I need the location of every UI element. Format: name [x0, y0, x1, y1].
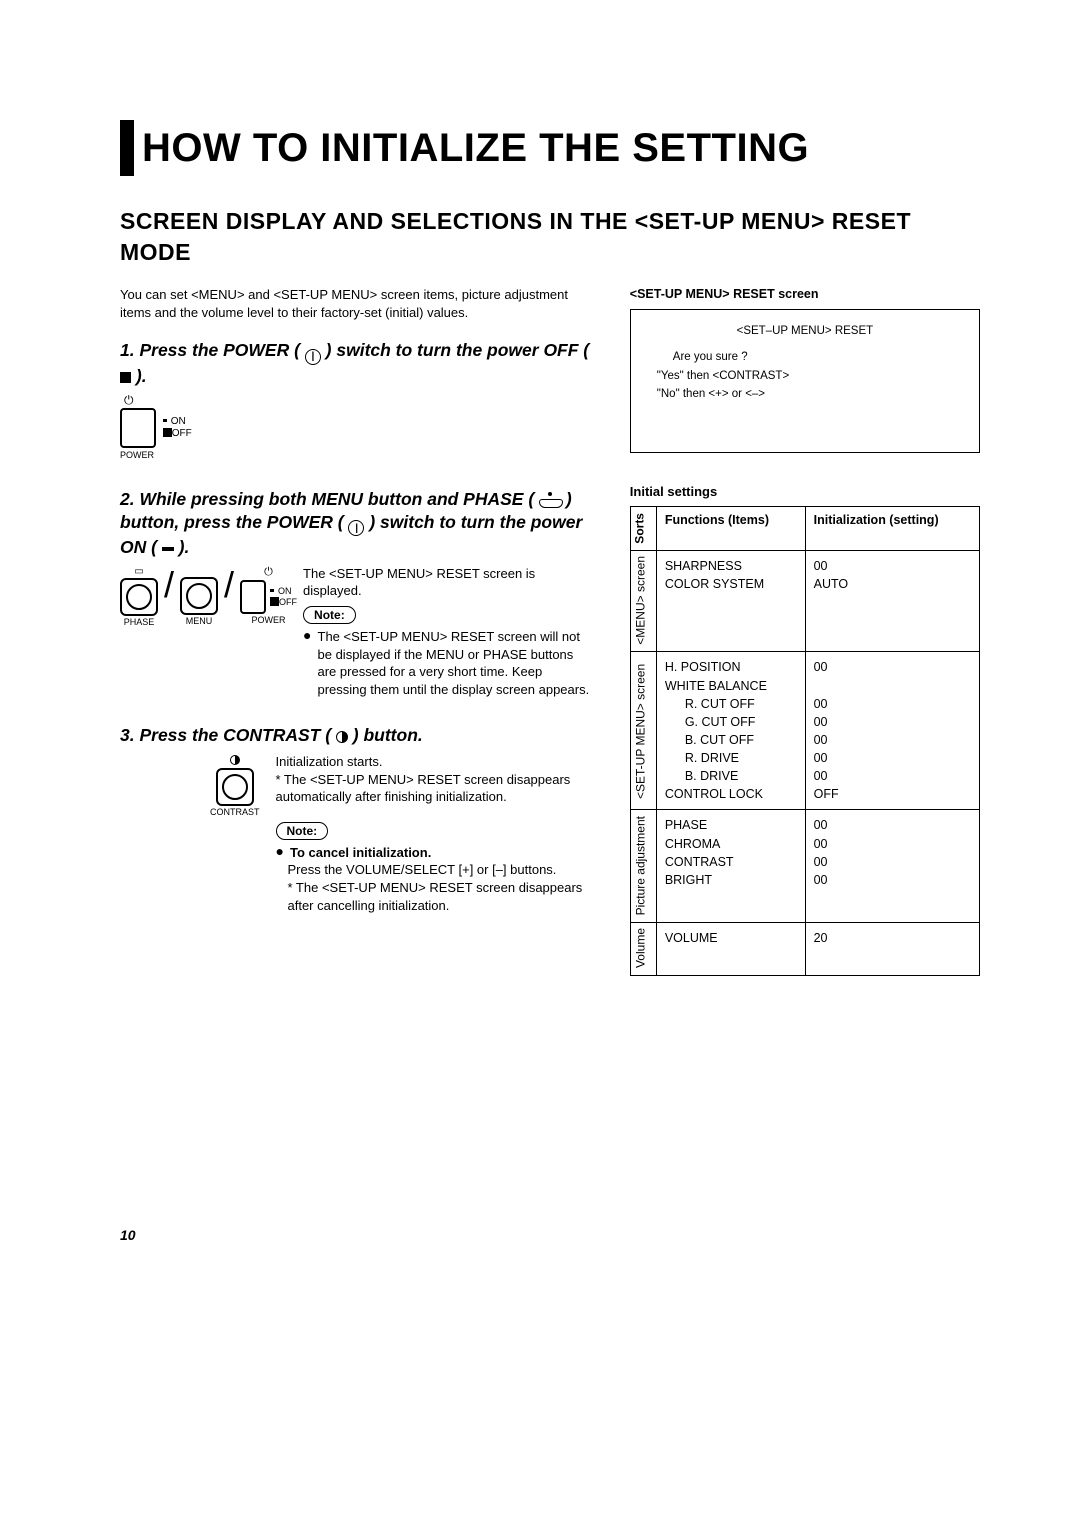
s3-cancel2: * The <SET-UP MENU> RESET screen disappe…: [288, 879, 594, 914]
bullet-dot-icon-2: ●: [276, 844, 284, 862]
s1-off: OFF: [172, 428, 192, 439]
sort-setup: <SET-UP MENU> screen: [630, 652, 656, 810]
s2-phase-label: PHASE: [124, 616, 155, 628]
title-accent-bar: [120, 120, 134, 176]
s3-line1: Initialization starts.: [276, 753, 594, 771]
stop-square-icon: [120, 372, 131, 383]
main-title-row: HOW TO INITIALIZE THE SETTING: [120, 120, 980, 176]
bullet-dot-icon: ●: [303, 628, 311, 698]
s2-line1: The <SET-UP MENU> RESET screen is displa…: [303, 565, 594, 600]
reset-box-question: Are you sure ?: [645, 348, 965, 366]
reset-box-yes: "Yes" then <CONTRAST>: [645, 367, 965, 385]
contrast-half-circle-icon: [336, 731, 348, 743]
vals-volume: 20: [805, 922, 979, 975]
s1-pre: 1. Press the POWER (: [120, 340, 300, 360]
s2-menu-label: MENU: [186, 615, 213, 627]
funcs-setup: H. POSITION WHITE BALANCE R. CUT OFF G. …: [656, 652, 805, 810]
table-row: Volume VOLUME 20: [630, 922, 979, 975]
step-1-diagram: ⏻ ON OFF POWER: [120, 393, 594, 461]
s1-end: ).: [136, 366, 147, 386]
sort-volume: Volume: [630, 922, 656, 975]
s2-off: OFF: [279, 597, 297, 607]
power-symbol-icon: |: [305, 349, 321, 365]
intro-text: You can set <MENU> and <SET-UP MENU> scr…: [120, 286, 594, 321]
power-switch-icon: [120, 408, 156, 448]
page-number: 10: [120, 1226, 136, 1245]
th-init: Initialization (setting): [805, 507, 979, 551]
step-2: 2. While pressing both MENU button and P…: [120, 488, 594, 698]
s3-knob-label: CONTRAST: [210, 806, 260, 818]
power-symbol-icon-2: |: [348, 520, 364, 536]
initial-settings-title: Initial settings: [630, 483, 980, 501]
step-3-heading: 3. Press the CONTRAST ( ) button.: [120, 724, 594, 747]
step-2-diagram: ▭ PHASE / MENU / ⏻ ON: [120, 565, 594, 698]
step-1-heading: 1. Press the POWER ( | ) switch to turn …: [120, 339, 594, 387]
funcs-volume: VOLUME: [656, 922, 805, 975]
s3-cancel-hd: To cancel initialization.: [290, 844, 431, 862]
s3-note-badge: Note:: [276, 822, 329, 840]
subtitle-row: SCREEN DISPLAY AND SELECTIONS IN THE <SE…: [120, 206, 980, 268]
reset-box-no: "No" then <+> or <–>: [645, 385, 965, 403]
step-1: 1. Press the POWER ( | ) switch to turn …: [120, 339, 594, 462]
initial-settings-table: Sorts Functions (Items) Initialization (…: [630, 506, 980, 976]
s2-power-label: POWER: [252, 614, 286, 626]
s3-cancel1: Press the VOLUME/SELECT [+] or [–] butto…: [288, 861, 594, 879]
table-row: Picture adjustment PHASE CHROMA CONTRAST…: [630, 810, 979, 922]
reset-screen-title: <SET-UP MENU> RESET screen: [630, 286, 980, 303]
s2-note-badge: Note:: [303, 606, 356, 624]
step-3: 3. Press the CONTRAST ( ) button. CONTRA…: [120, 724, 594, 914]
s1-post: ) switch to turn the power OFF (: [326, 340, 589, 360]
s3-pre: 3. Press the CONTRAST (: [120, 725, 331, 745]
funcs-picture: PHASE CHROMA CONTRAST BRIGHT: [656, 810, 805, 922]
th-sorts: Sorts: [630, 507, 656, 551]
s3-post: ) button.: [353, 725, 423, 745]
vals-picture: 00 00 00 00: [805, 810, 979, 922]
step-2-heading: 2. While pressing both MENU button and P…: [120, 488, 594, 559]
reset-box-header: <SET–UP MENU> RESET: [645, 322, 965, 340]
s3-line2: * The <SET-UP MENU> RESET screen disappe…: [276, 771, 594, 806]
s1-on: ON: [171, 416, 186, 427]
table-row: <MENU> screen SHARPNESS COLOR SYSTEM 00 …: [630, 550, 979, 652]
subtitle: SCREEN DISPLAY AND SELECTIONS IN THE <SE…: [120, 206, 966, 268]
s1-label: POWER: [120, 450, 192, 461]
contrast-knob-icon: [216, 768, 254, 806]
menu-knob-icon: [180, 577, 218, 615]
funcs-menu: SHARPNESS COLOR SYSTEM: [656, 550, 805, 652]
th-functions: Functions (Items): [656, 507, 805, 551]
phase-icon: [539, 494, 561, 508]
on-dash-icon: [162, 547, 174, 551]
sort-picture: Picture adjustment: [630, 810, 656, 922]
table-row: <SET-UP MENU> screen H. POSITION WHITE B…: [630, 652, 979, 810]
sort-menu: <MENU> screen: [630, 550, 656, 652]
phase-knob-icon: [120, 578, 158, 616]
main-title: HOW TO INITIALIZE THE SETTING: [142, 121, 809, 175]
vals-setup: 00 00 00 00 00 00 OFF: [805, 652, 979, 810]
s2-bullet-text: The <SET-UP MENU> RESET screen will not …: [318, 628, 594, 698]
vals-menu: 00 AUTO: [805, 550, 979, 652]
step-3-body: CONTRAST Initialization starts. * The <S…: [210, 753, 594, 914]
power-switch-icon-2: [240, 580, 266, 614]
s2-on: ON: [278, 586, 292, 596]
reset-screen-box: <SET–UP MENU> RESET Are you sure ? "Yes"…: [630, 309, 980, 453]
